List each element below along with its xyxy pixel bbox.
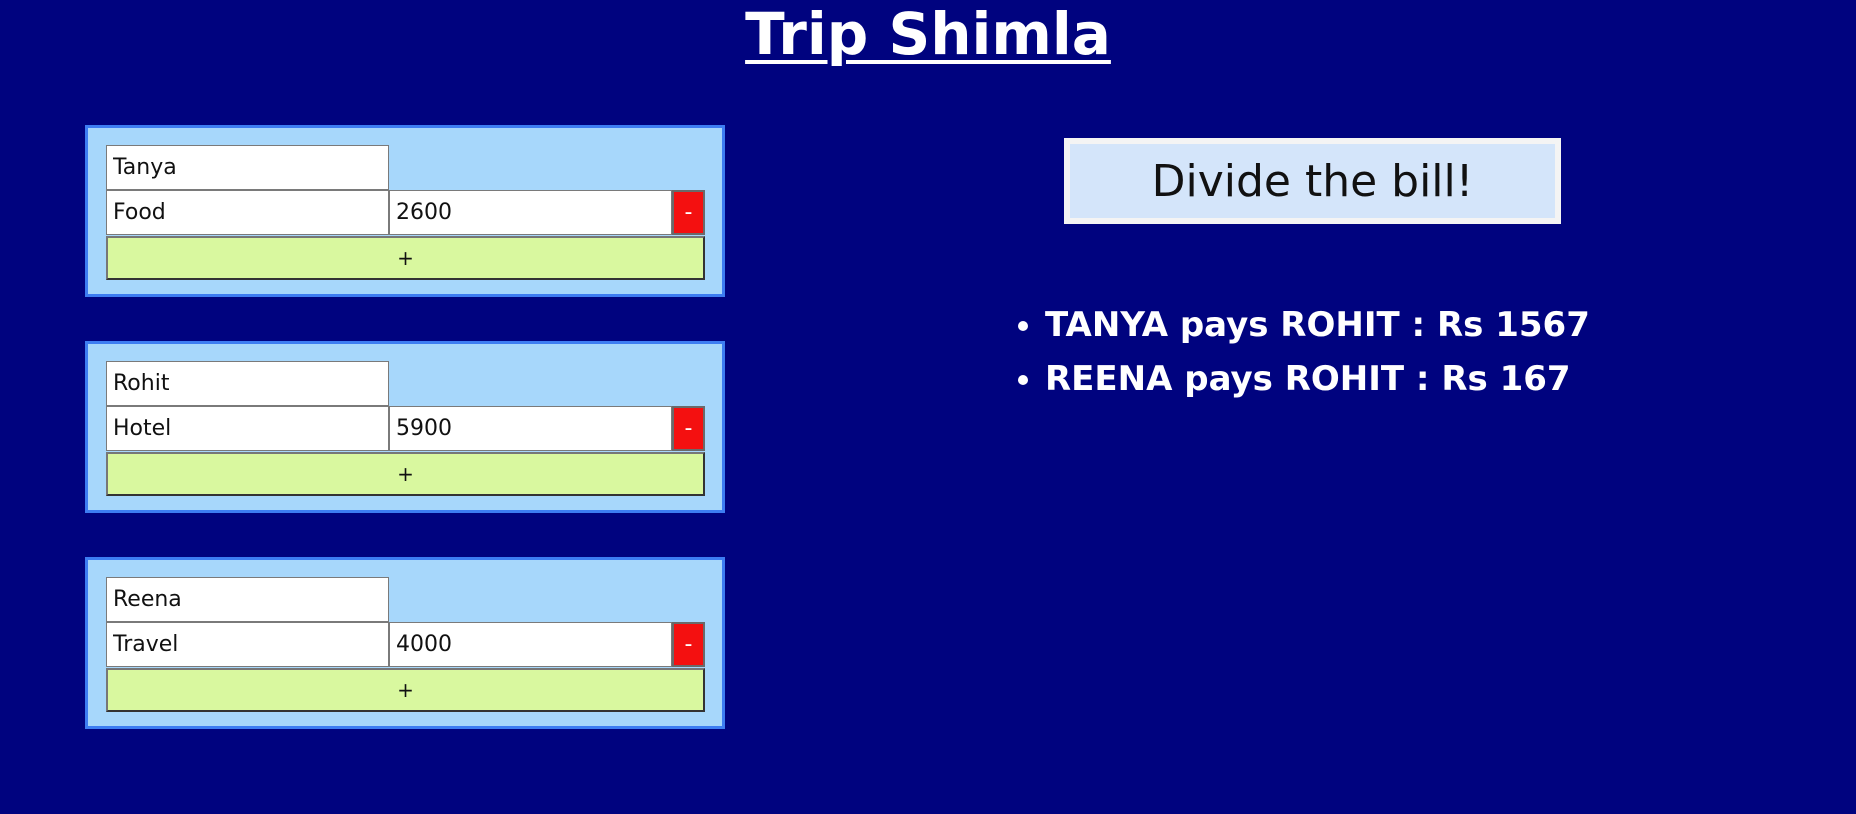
divide-bill-button[interactable]: Divide the bill! [1064, 138, 1561, 224]
add-expense-button[interactable]: + [106, 668, 705, 712]
expense-item-input[interactable] [106, 190, 389, 235]
expense-item-input[interactable] [106, 622, 389, 667]
person-card-tanya: - + [85, 125, 725, 297]
remove-expense-button[interactable]: - [672, 406, 705, 451]
person-name-input[interactable] [106, 577, 389, 622]
expense-amount-input[interactable] [389, 190, 672, 235]
person-card-reena: - + [85, 557, 725, 729]
page-title: Trip Shimla [745, 0, 1111, 68]
person-card-rohit: - + [85, 341, 725, 513]
expense-item-input[interactable] [106, 406, 389, 451]
add-expense-button[interactable]: + [106, 452, 705, 496]
person-name-input[interactable] [106, 145, 389, 190]
remove-expense-button[interactable]: - [672, 190, 705, 235]
add-expense-button[interactable]: + [106, 236, 705, 280]
person-name-input[interactable] [106, 361, 389, 406]
settlement-item: TANYA pays ROHIT : Rs 1567 [1045, 298, 1590, 352]
remove-expense-button[interactable]: - [672, 622, 705, 667]
expense-amount-input[interactable] [389, 406, 672, 451]
settlement-item: REENA pays ROHIT : Rs 167 [1045, 352, 1590, 406]
expense-amount-input[interactable] [389, 622, 672, 667]
settlement-list: TANYA pays ROHIT : Rs 1567 REENA pays RO… [1000, 298, 1590, 406]
